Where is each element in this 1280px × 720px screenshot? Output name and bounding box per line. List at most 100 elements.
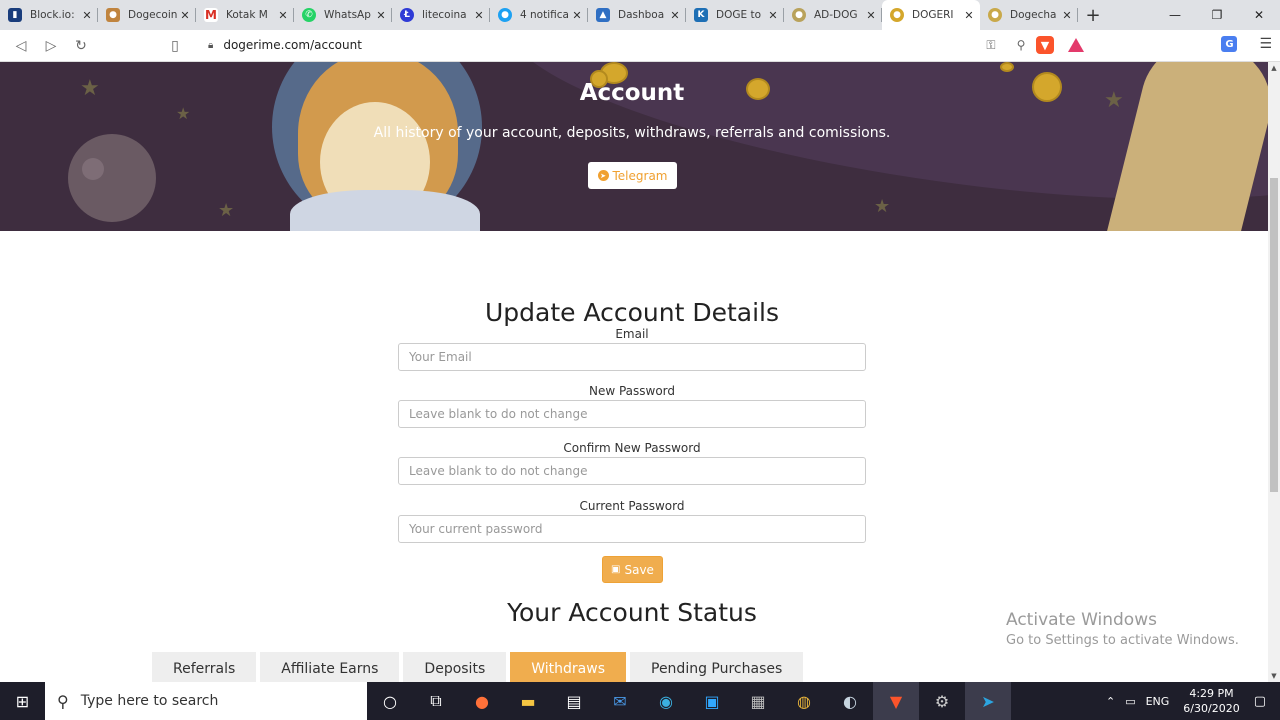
tab-pending-purchases[interactable]: Pending Purchases: [630, 652, 804, 682]
close-window-icon[interactable]: ✕: [1238, 0, 1280, 30]
reload-icon[interactable]: ↻: [66, 31, 96, 61]
tab-title: litecoina: [422, 9, 467, 21]
save-button[interactable]: ▣ Save: [602, 556, 663, 583]
browser-tab[interactable]: ● Dogecha ✕: [980, 0, 1078, 30]
edge-icon[interactable]: ◉: [643, 682, 689, 720]
browser-tab[interactable]: Łlitecoina ✕: [392, 0, 490, 30]
windows-taskbar: ⊞ ⚲ Type here to search ○ ⧉ ● ▬ ▤ ✉ ◉ ▣ …: [0, 682, 1280, 720]
scroll-up-icon[interactable]: ▲: [1268, 64, 1280, 72]
cortana-icon[interactable]: ○: [367, 682, 413, 720]
watermark-subtitle: Go to Settings to activate Windows.: [1006, 633, 1239, 648]
new-tab-button[interactable]: +: [1078, 0, 1108, 30]
close-icon[interactable]: ✕: [570, 9, 584, 22]
current-password-label: Current Password: [579, 499, 685, 513]
telegram-taskbar-icon[interactable]: ➤: [965, 682, 1011, 720]
tab-affiliate-earns[interactable]: Affiliate Earns: [260, 652, 400, 682]
taskbar-search[interactable]: ⚲ Type here to search: [45, 682, 367, 720]
coin-icon: [1000, 62, 1014, 72]
toolbar-right: G ☰: [1221, 36, 1272, 52]
close-icon[interactable]: ✕: [472, 9, 486, 22]
tray-chevron-icon[interactable]: ⌃: [1106, 695, 1115, 708]
browser-tab[interactable]: ▮ Block.io: ✕: [0, 0, 98, 30]
scroll-down-icon[interactable]: ▼: [1268, 672, 1280, 680]
language-indicator[interactable]: ENG: [1146, 695, 1170, 708]
zoom-icon[interactable]: ⚲: [1006, 38, 1036, 52]
star-icon: ★: [218, 200, 235, 221]
confirm-password-field[interactable]: [398, 457, 866, 485]
tab-referrals[interactable]: Referrals: [152, 652, 257, 682]
close-icon[interactable]: ✕: [80, 9, 94, 22]
lock-icon: 🔒︎: [208, 39, 214, 51]
notification-icon: ●: [498, 8, 512, 22]
bookmark-icon[interactable]: ▯: [160, 31, 190, 61]
current-password-field[interactable]: [398, 515, 866, 543]
coin-icon: ●: [890, 8, 904, 22]
file-explorer-icon[interactable]: ▬: [505, 682, 551, 720]
forward-icon[interactable]: ▷: [36, 31, 66, 61]
browser-tab[interactable]: K DOGE to ✕: [686, 0, 784, 30]
task-view-icon[interactable]: ⧉: [413, 682, 459, 720]
close-icon[interactable]: ✕: [178, 9, 192, 22]
tab-withdraws[interactable]: Withdraws: [510, 652, 626, 682]
browser-tab[interactable]: ● Dogecoin ✕: [98, 0, 196, 30]
tab-deposits[interactable]: Deposits: [403, 652, 507, 682]
close-icon[interactable]: ✕: [1060, 9, 1074, 22]
close-icon[interactable]: ✕: [374, 9, 388, 22]
window-controls: — ❐ ✕: [1154, 0, 1280, 30]
status-tabs: Referrals Affiliate Earns Deposits Withd…: [152, 652, 804, 682]
browser-toolbar: ◁ ▷ ↻ ▯ 🔒︎ dogerime.com/account ⚿ ⚲ ▼ G …: [0, 30, 1280, 62]
star-icon: ★: [874, 196, 891, 217]
battery-icon[interactable]: ▭: [1125, 695, 1135, 708]
notification-center-icon[interactable]: ▢: [1254, 694, 1266, 709]
telegram-button[interactable]: ➤ Telegram: [588, 162, 677, 189]
steam-icon[interactable]: ◐: [827, 682, 873, 720]
address-bar[interactable]: 🔒︎ dogerime.com/account ⚿ ⚲ ▼: [196, 32, 1084, 58]
brave-taskbar-icon[interactable]: ▼: [873, 682, 919, 720]
back-icon[interactable]: ◁: [6, 31, 36, 61]
minimize-icon[interactable]: —: [1154, 0, 1196, 30]
whatsapp-icon: ✆: [302, 8, 316, 22]
clock[interactable]: 4:29 PM 6/30/2020: [1183, 686, 1239, 716]
brave-rewards-icon[interactable]: [1068, 38, 1084, 52]
mail-icon[interactable]: ✉: [597, 682, 643, 720]
email-field[interactable]: [398, 343, 866, 371]
form-heading: Update Account Details: [484, 298, 780, 327]
scroll-thumb[interactable]: [1270, 178, 1278, 492]
store-icon[interactable]: ▤: [551, 682, 597, 720]
windows-start-icon[interactable]: ⊞: [0, 682, 45, 720]
browser-tab[interactable]: ▲ Dashboa ✕: [588, 0, 686, 30]
close-icon[interactable]: ✕: [668, 9, 682, 22]
close-icon[interactable]: ✕: [962, 9, 976, 22]
litecoin-icon: Ł: [400, 8, 414, 22]
close-icon[interactable]: ✕: [864, 9, 878, 22]
browser-tab[interactable]: ● AD-DOG ✕: [784, 0, 882, 30]
browser-tab[interactable]: ✆ WhatsAp ✕: [294, 0, 392, 30]
translate-icon[interactable]: G: [1221, 36, 1238, 52]
url-text[interactable]: dogerime.com/account: [223, 38, 976, 52]
firefox-icon[interactable]: ●: [459, 682, 505, 720]
close-icon[interactable]: ✕: [276, 9, 290, 22]
menu-icon[interactable]: ☰: [1259, 36, 1272, 52]
coin-icon: ●: [792, 8, 806, 22]
browser-tab[interactable]: M Kotak M ✕: [196, 0, 294, 30]
browser-tab[interactable]: ● 4 notifica ✕: [490, 0, 588, 30]
scanner-icon[interactable]: ▦: [735, 682, 781, 720]
star-icon: ★: [176, 104, 191, 123]
new-password-field[interactable]: [398, 400, 866, 428]
tab-title: AD-DOG: [814, 9, 858, 21]
chrome-icon[interactable]: ◍: [781, 682, 827, 720]
email-label: Email: [615, 327, 649, 341]
photoshop-icon[interactable]: ▣: [689, 682, 735, 720]
floppy-disk-icon: ▣: [611, 564, 621, 575]
search-placeholder: Type here to search: [80, 693, 219, 709]
key-icon[interactable]: ⚿: [976, 38, 1006, 53]
tab-title: Block.io:: [30, 9, 75, 21]
settings-icon[interactable]: ⚙: [919, 682, 965, 720]
restore-icon[interactable]: ❐: [1196, 0, 1238, 30]
browser-tab-active[interactable]: ● DOGERI ✕: [882, 0, 980, 30]
close-icon[interactable]: ✕: [766, 9, 780, 22]
tab-title: Kotak M: [226, 9, 268, 21]
new-password-label: New Password: [588, 384, 676, 398]
page-scrollbar[interactable]: ▲ ▼: [1268, 62, 1280, 682]
brave-shield-icon[interactable]: ▼: [1036, 36, 1054, 54]
